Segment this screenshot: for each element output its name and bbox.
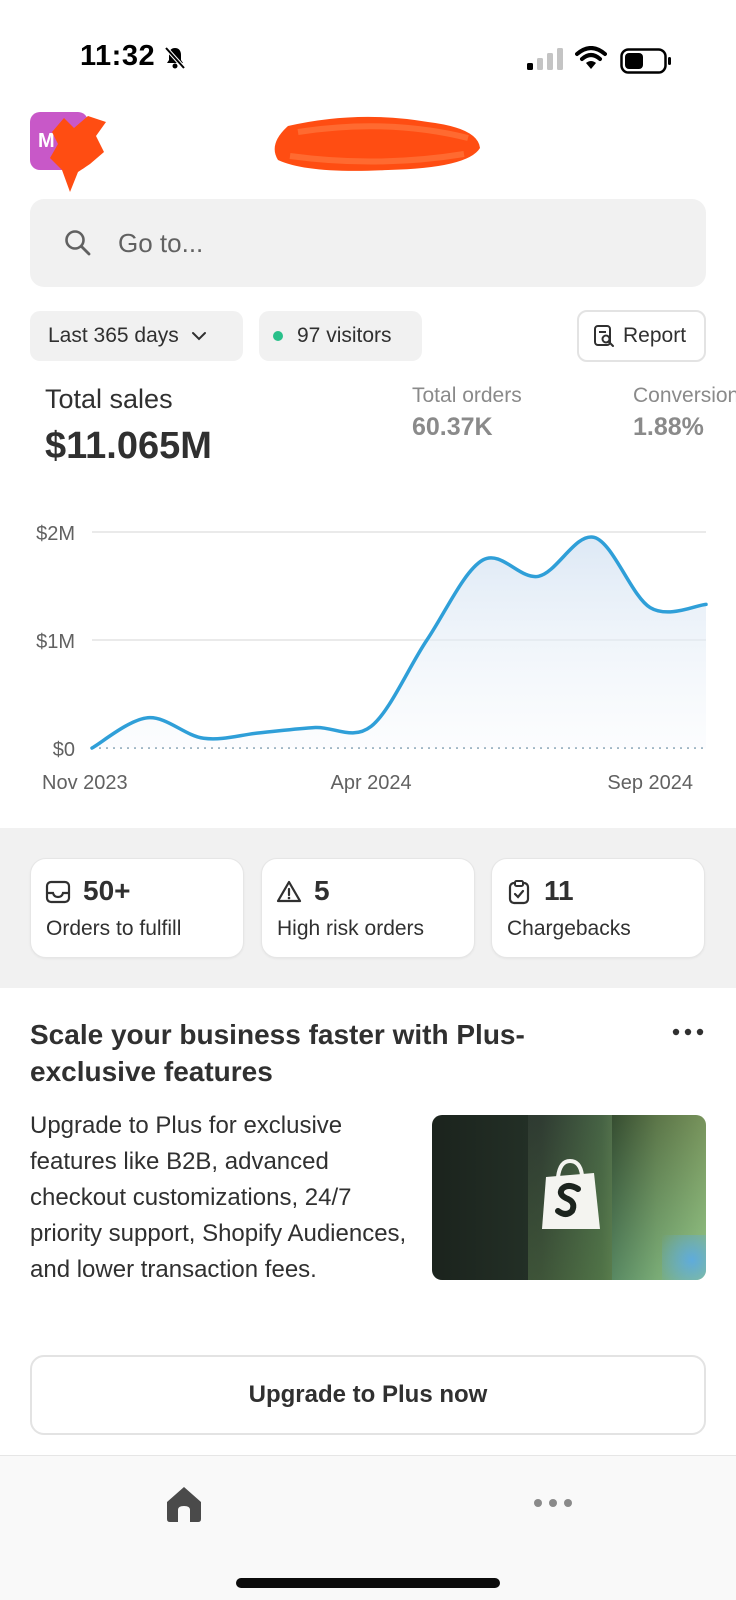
total-sales-label: Total sales <box>45 384 173 414</box>
stat-cards-band: 50+ Orders to fulfill 5 High risk orders… <box>0 828 736 988</box>
home-icon[interactable] <box>163 1484 205 1524</box>
y-tick-label: $2M <box>36 523 75 545</box>
x-tick-label: Apr 2024 <box>331 772 412 794</box>
redaction-mark <box>50 116 106 192</box>
shopify-plus-image <box>432 1115 706 1280</box>
status-bar: 11:32 <box>0 0 736 100</box>
chargebacks-card[interactable]: 11 Chargebacks <box>491 858 705 958</box>
shopify-bag-icon <box>542 1159 600 1229</box>
date-range-label: Last 365 days <box>48 324 179 347</box>
orders-to-fulfill-value: 50+ <box>83 875 131 906</box>
visitors-label: 97 visitors <box>297 324 392 347</box>
orders-to-fulfill-card[interactable]: 50+ Orders to fulfill <box>30 858 244 958</box>
high-risk-orders-card[interactable]: 5 High risk orders <box>261 858 475 958</box>
y-tick-label: $1M <box>36 631 75 653</box>
high-risk-orders-value: 5 <box>314 875 330 906</box>
cellular-signal-icon <box>527 48 563 70</box>
bottom-tab-bar <box>0 1455 736 1600</box>
total-orders-value: 60.37K <box>412 413 493 441</box>
search-icon <box>65 230 91 256</box>
search-bar[interactable] <box>30 199 706 287</box>
chargebacks-label: Chargebacks <box>507 917 631 940</box>
report-label: Report <box>623 324 687 347</box>
sales-chart[interactable]: $2M $1M $0 Nov 2023 Apr 2024 Sep 2024 <box>0 510 736 800</box>
clipboard-check-icon <box>508 880 530 905</box>
report-search-icon <box>594 325 614 347</box>
conversion-rate-label: Conversion rate <box>633 384 736 407</box>
report-button[interactable]: Report <box>577 310 706 362</box>
more-options-icon[interactable] <box>672 1028 704 1036</box>
chargebacks-value: 11 <box>544 875 574 906</box>
wifi-icon <box>575 46 607 69</box>
chevron-down-icon <box>191 332 206 341</box>
home-indicator <box>236 1578 500 1588</box>
high-risk-orders-label: High risk orders <box>277 917 425 940</box>
x-tick-label: Sep 2024 <box>607 772 693 794</box>
image-glow <box>662 1235 706 1280</box>
y-tick-label: $0 <box>53 739 75 761</box>
live-dot-icon <box>273 331 283 341</box>
total-sales-value: $11.065M <box>45 425 212 467</box>
redaction-mark-store-name <box>274 116 480 171</box>
inbox-icon <box>45 880 71 904</box>
total-orders-label: Total orders <box>412 384 522 407</box>
live-visitors-pill[interactable]: 97 visitors <box>259 311 422 361</box>
upgrade-to-plus-button[interactable]: Upgrade to Plus now <box>30 1355 706 1435</box>
orders-to-fulfill-label: Orders to fulfill <box>46 917 182 940</box>
more-icon[interactable] <box>533 1498 573 1508</box>
battery-icon <box>620 48 671 74</box>
x-tick-label: Nov 2023 <box>42 772 128 794</box>
promo-title: Scale your business faster with Plus-exc… <box>30 1019 525 1087</box>
search-input[interactable] <box>118 219 678 267</box>
conversion-rate-value: 1.88% <box>633 413 704 441</box>
date-range-selector[interactable]: Last 365 days <box>30 311 243 361</box>
promo-body: Upgrade to Plus for exclusive features l… <box>30 1112 407 1283</box>
status-time: 11:32 <box>80 40 156 72</box>
sales-area-fill <box>92 536 706 748</box>
warning-icon <box>276 880 302 903</box>
bell-muted-icon <box>164 46 186 70</box>
sales-chart-svg: $2M $1M $0 Nov 2023 Apr 2024 Sep 2024 <box>36 523 708 794</box>
